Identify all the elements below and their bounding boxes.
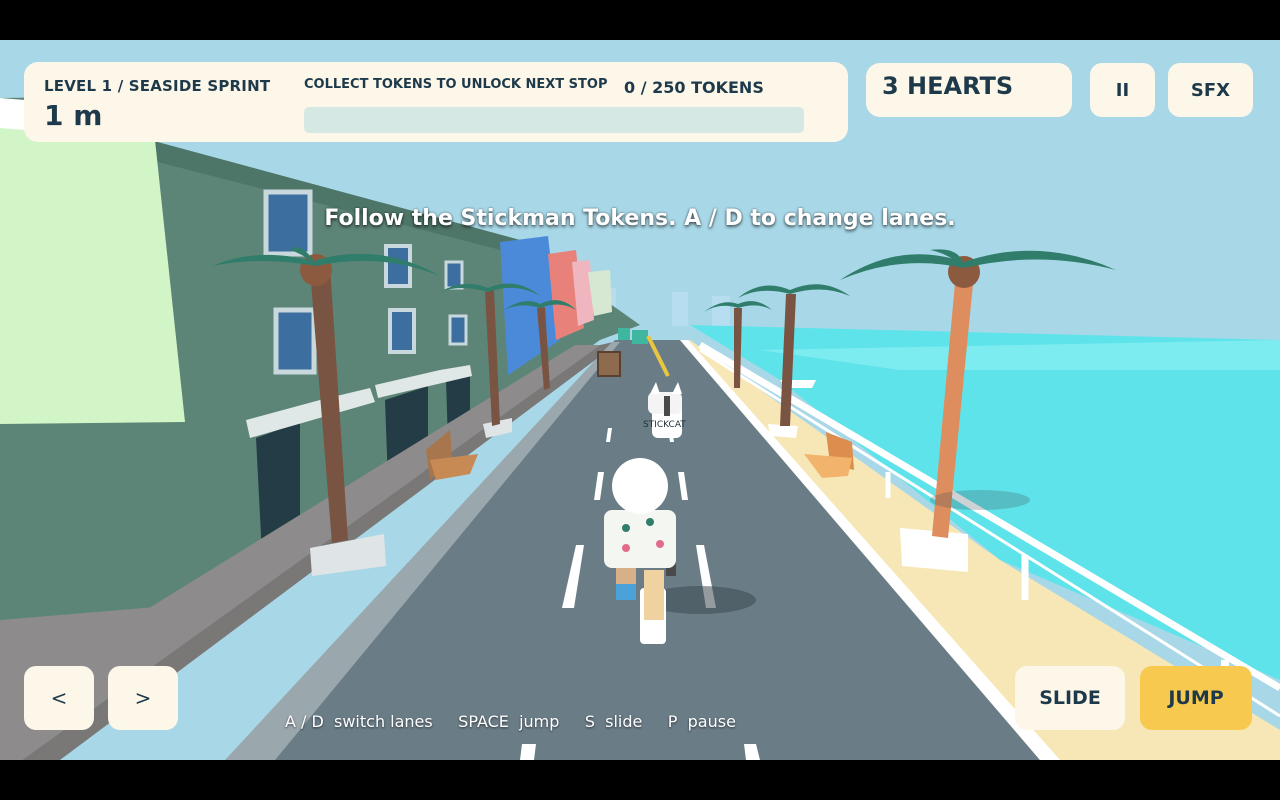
window <box>444 260 464 290</box>
token-sign <box>632 330 648 344</box>
lane-marking <box>520 744 536 760</box>
scene <box>0 40 1280 760</box>
move-right-button[interactable]: > <box>108 666 178 730</box>
tutorial-hint: Follow the Stickman Tokens. A / D to cha… <box>324 206 956 231</box>
bottom-letterbox <box>0 760 1280 800</box>
window <box>384 244 412 288</box>
level-title: LEVEL 1 / SEASIDE SPRINT <box>44 77 271 95</box>
palm-shadow <box>930 490 1030 510</box>
distant-building <box>712 296 730 326</box>
npc-name-label: STICKCAT <box>643 420 686 430</box>
token-progress-bar <box>304 107 804 133</box>
window <box>448 314 468 346</box>
hearts-counter: 3 HEARTS <box>882 72 1014 100</box>
hearts-panel: 3 HEARTS <box>866 63 1072 117</box>
game-viewport[interactable]: STICKCAT <box>0 40 1280 760</box>
building-trim <box>0 98 25 130</box>
window <box>388 308 416 354</box>
level-hud-panel: LEVEL 1 / SEASIDE SPRINT 1 m COLLECT TOK… <box>24 62 848 142</box>
crate-obstacle <box>597 351 621 377</box>
distance-counter: 1 m <box>44 99 103 132</box>
sfx-toggle-button[interactable]: SFX <box>1168 63 1253 117</box>
slide-button[interactable]: SLIDE <box>1015 666 1125 730</box>
distant-building <box>672 292 688 326</box>
top-letterbox <box>0 0 1280 40</box>
window <box>273 307 317 375</box>
pause-button[interactable]: II <box>1090 63 1155 117</box>
green-building <box>0 128 185 424</box>
token-counter: 0 / 250 TOKENS <box>624 78 764 97</box>
token-sign <box>618 328 630 340</box>
move-left-button[interactable]: < <box>24 666 94 730</box>
collect-tokens-label: COLLECT TOKENS TO UNLOCK NEXT STOP <box>304 77 608 92</box>
jump-button[interactable]: JUMP <box>1140 666 1252 730</box>
controls-legend: A / D switch lanes SPACE jump S slide P … <box>285 712 736 731</box>
